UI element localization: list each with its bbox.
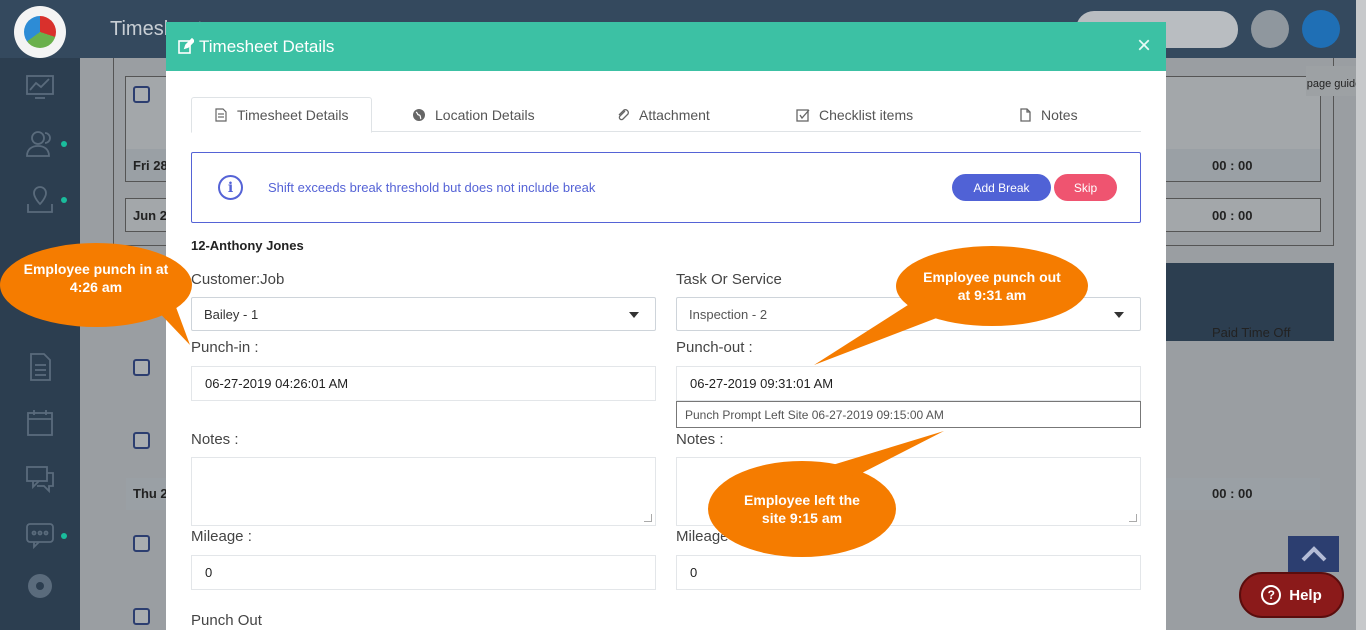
globe-icon (413, 108, 425, 121)
caret-down-icon (1114, 312, 1124, 318)
file-icon (1020, 107, 1031, 122)
day-total: 00 : 00 (1212, 158, 1253, 173)
help-label: Help (1289, 586, 1322, 604)
chat-icon[interactable] (24, 464, 56, 494)
paid-time-off-header: Paid Time Off (1212, 325, 1291, 340)
punch-out-callout: Employee punch out at 9:31 am (812, 246, 1092, 372)
add-break-button[interactable]: Add Break (952, 174, 1051, 201)
day-total: 00 : 00 (1212, 486, 1253, 501)
tab-label: Location Details (435, 106, 535, 123)
tab-attachment[interactable]: Attachment (616, 97, 710, 132)
tab-notes[interactable]: Notes (1018, 97, 1078, 132)
scroll-top-button[interactable] (1288, 536, 1339, 572)
paperclip-icon (618, 108, 629, 120)
document-icon (215, 108, 227, 122)
punch-in-input[interactable] (191, 366, 656, 401)
modal-title: Timesheet Details (199, 37, 335, 56)
employee-name: 12-Anthony Jones (191, 238, 304, 253)
customer-job-label: Customer:Job (191, 271, 285, 288)
modal-tabs: Timesheet Details Location Details Attac… (191, 97, 1141, 133)
customer-job-select[interactable]: Bailey - 1 (191, 297, 656, 331)
tab-label: Attachment (639, 106, 710, 123)
user-avatar-icon[interactable] (1302, 10, 1340, 48)
day-total: 00 : 00 (1212, 208, 1253, 223)
checkbox-icon (796, 108, 810, 122)
message-icon[interactable] (24, 520, 56, 550)
punch-in-callout-text: Employee punch in at 4:26 am (23, 261, 169, 295)
users-icon[interactable] (24, 128, 56, 158)
close-icon[interactable]: × (1137, 32, 1151, 60)
task-service-value: Inspection - 2 (689, 307, 768, 322)
calendar-icon[interactable] (24, 408, 56, 438)
tab-label: Timesheet Details (237, 107, 349, 123)
modal-header: Timesheet Details × (166, 22, 1166, 71)
punch-in-label: Punch-in : (191, 339, 259, 356)
tab-timesheet-details[interactable]: Timesheet Details (191, 97, 372, 133)
alert-message: Shift exceeds break threshold but does n… (268, 180, 596, 195)
chevron-up-icon (1301, 546, 1326, 562)
row-checkbox[interactable] (133, 432, 150, 449)
row-checkbox[interactable] (133, 86, 150, 103)
question-icon: ? (1261, 585, 1282, 605)
punch-in-mileage-input[interactable] (191, 555, 656, 590)
edit-icon (178, 38, 194, 54)
help-button[interactable]: ? Help (1239, 572, 1344, 618)
left-site-callout: Employee left the site 9:15 am (706, 428, 956, 563)
map-status-dot (61, 197, 67, 203)
break-warning-alert: i Shift exceeds break threshold but does… (191, 152, 1141, 223)
punch-prompt: Punch Prompt Left Site 06-27-2019 09:15:… (676, 401, 1141, 428)
customer-job-value: Bailey - 1 (204, 307, 259, 322)
day-label: Jun 2 (133, 208, 167, 223)
tab-location-details[interactable]: Location Details (412, 97, 535, 132)
caret-down-icon (629, 312, 639, 318)
page-scrollbar[interactable] (1356, 0, 1366, 630)
app-logo[interactable] (14, 6, 66, 58)
page-guide[interactable]: page guide (1306, 66, 1362, 96)
users-status-dot (61, 141, 67, 147)
skip-button[interactable]: Skip (1054, 174, 1117, 201)
day-label: Fri 28 (133, 158, 168, 173)
tab-label: Notes (1041, 106, 1078, 123)
tab-checklist-items[interactable]: Checklist items (796, 97, 913, 132)
row-checkbox[interactable] (133, 535, 150, 552)
notes-label: Notes : (191, 431, 239, 448)
mileage-label: Mileage : (191, 528, 252, 545)
task-service-label: Task Or Service (676, 271, 782, 288)
message-status-dot (61, 533, 67, 539)
punch-in-callout: Employee punch in at 4:26 am (0, 243, 200, 363)
disc-icon[interactable] (24, 571, 56, 601)
bell-icon[interactable] (1251, 10, 1289, 48)
dashboard-chart-icon[interactable] (24, 72, 56, 102)
info-icon: i (218, 175, 243, 200)
punch-in-notes-textarea[interactable] (191, 457, 656, 526)
tab-label: Checklist items (819, 106, 914, 123)
map-pin-icon[interactable] (24, 184, 56, 214)
punch-out-section-heading: Punch Out (191, 612, 262, 629)
left-site-callout-text: Employee left the site 9:15 am (744, 492, 860, 526)
day-label: Thu 2 (133, 486, 168, 501)
punch-out-label: Punch-out : (676, 339, 753, 356)
punch-out-callout-text: Employee punch out at 9:31 am (923, 269, 1061, 303)
row-checkbox[interactable] (133, 608, 150, 625)
